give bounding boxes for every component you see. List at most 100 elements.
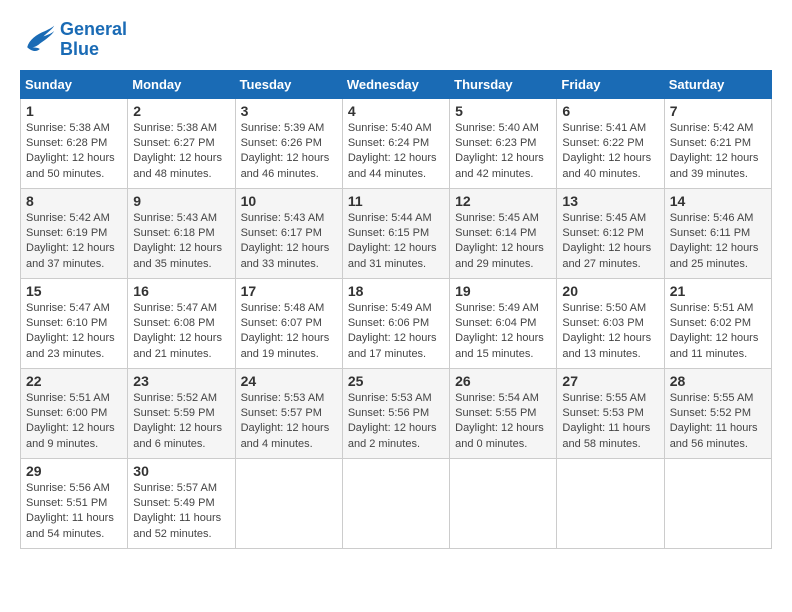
day-number: 16: [133, 283, 229, 299]
day-number: 3: [241, 103, 337, 119]
day-number: 11: [348, 193, 444, 209]
day-info: Sunrise: 5:45 AM Sunset: 6:12 PM Dayligh…: [562, 211, 658, 273]
day-info: Sunrise: 5:40 AM Sunset: 6:24 PM Dayligh…: [348, 121, 444, 183]
day-info: Sunrise: 5:48 AM Sunset: 6:07 PM Dayligh…: [241, 301, 337, 363]
day-number: 8: [26, 193, 122, 209]
calendar-cell: 24 Sunrise: 5:53 AM Sunset: 5:57 PM Dayl…: [235, 368, 342, 458]
calendar-cell: [342, 458, 449, 548]
day-number: 17: [241, 283, 337, 299]
day-info: Sunrise: 5:43 AM Sunset: 6:18 PM Dayligh…: [133, 211, 229, 273]
day-info: Sunrise: 5:38 AM Sunset: 6:27 PM Dayligh…: [133, 121, 229, 183]
calendar-cell: [450, 458, 557, 548]
calendar-cell: 16 Sunrise: 5:47 AM Sunset: 6:08 PM Dayl…: [128, 278, 235, 368]
day-number: 20: [562, 283, 658, 299]
week-row-1: 1 Sunrise: 5:38 AM Sunset: 6:28 PM Dayli…: [21, 98, 772, 188]
calendar-cell: 28 Sunrise: 5:55 AM Sunset: 5:52 PM Dayl…: [664, 368, 771, 458]
calendar-cell: 13 Sunrise: 5:45 AM Sunset: 6:12 PM Dayl…: [557, 188, 664, 278]
day-info: Sunrise: 5:51 AM Sunset: 6:00 PM Dayligh…: [26, 391, 122, 453]
day-info: Sunrise: 5:43 AM Sunset: 6:17 PM Dayligh…: [241, 211, 337, 273]
day-number: 21: [670, 283, 766, 299]
calendar-cell: 2 Sunrise: 5:38 AM Sunset: 6:27 PM Dayli…: [128, 98, 235, 188]
calendar-cell: 5 Sunrise: 5:40 AM Sunset: 6:23 PM Dayli…: [450, 98, 557, 188]
weekday-header-friday: Friday: [557, 70, 664, 98]
calendar-table: SundayMondayTuesdayWednesdayThursdayFrid…: [20, 70, 772, 549]
weekday-header-saturday: Saturday: [664, 70, 771, 98]
calendar-cell: 6 Sunrise: 5:41 AM Sunset: 6:22 PM Dayli…: [557, 98, 664, 188]
calendar-cell: 19 Sunrise: 5:49 AM Sunset: 6:04 PM Dayl…: [450, 278, 557, 368]
calendar-cell: 23 Sunrise: 5:52 AM Sunset: 5:59 PM Dayl…: [128, 368, 235, 458]
week-row-5: 29 Sunrise: 5:56 AM Sunset: 5:51 PM Dayl…: [21, 458, 772, 548]
weekday-header-sunday: Sunday: [21, 70, 128, 98]
calendar-cell: [664, 458, 771, 548]
day-number: 27: [562, 373, 658, 389]
calendar-cell: 17 Sunrise: 5:48 AM Sunset: 6:07 PM Dayl…: [235, 278, 342, 368]
calendar-cell: 7 Sunrise: 5:42 AM Sunset: 6:21 PM Dayli…: [664, 98, 771, 188]
day-info: Sunrise: 5:53 AM Sunset: 5:57 PM Dayligh…: [241, 391, 337, 453]
day-info: Sunrise: 5:42 AM Sunset: 6:21 PM Dayligh…: [670, 121, 766, 183]
day-number: 19: [455, 283, 551, 299]
day-number: 9: [133, 193, 229, 209]
day-info: Sunrise: 5:55 AM Sunset: 5:53 PM Dayligh…: [562, 391, 658, 453]
logo: General Blue: [20, 20, 127, 60]
calendar-cell: [557, 458, 664, 548]
day-info: Sunrise: 5:55 AM Sunset: 5:52 PM Dayligh…: [670, 391, 766, 453]
weekday-header-row: SundayMondayTuesdayWednesdayThursdayFrid…: [21, 70, 772, 98]
calendar-cell: 18 Sunrise: 5:49 AM Sunset: 6:06 PM Dayl…: [342, 278, 449, 368]
day-number: 28: [670, 373, 766, 389]
calendar-cell: 4 Sunrise: 5:40 AM Sunset: 6:24 PM Dayli…: [342, 98, 449, 188]
calendar-cell: 29 Sunrise: 5:56 AM Sunset: 5:51 PM Dayl…: [21, 458, 128, 548]
calendar-cell: 3 Sunrise: 5:39 AM Sunset: 6:26 PM Dayli…: [235, 98, 342, 188]
calendar-cell: [235, 458, 342, 548]
day-info: Sunrise: 5:50 AM Sunset: 6:03 PM Dayligh…: [562, 301, 658, 363]
day-info: Sunrise: 5:57 AM Sunset: 5:49 PM Dayligh…: [133, 481, 229, 543]
logo-text: General Blue: [60, 20, 127, 60]
week-row-4: 22 Sunrise: 5:51 AM Sunset: 6:00 PM Dayl…: [21, 368, 772, 458]
day-info: Sunrise: 5:56 AM Sunset: 5:51 PM Dayligh…: [26, 481, 122, 543]
day-info: Sunrise: 5:44 AM Sunset: 6:15 PM Dayligh…: [348, 211, 444, 273]
day-info: Sunrise: 5:40 AM Sunset: 6:23 PM Dayligh…: [455, 121, 551, 183]
day-info: Sunrise: 5:41 AM Sunset: 6:22 PM Dayligh…: [562, 121, 658, 183]
calendar-cell: 8 Sunrise: 5:42 AM Sunset: 6:19 PM Dayli…: [21, 188, 128, 278]
day-number: 26: [455, 373, 551, 389]
day-info: Sunrise: 5:47 AM Sunset: 6:08 PM Dayligh…: [133, 301, 229, 363]
day-number: 18: [348, 283, 444, 299]
calendar-cell: 12 Sunrise: 5:45 AM Sunset: 6:14 PM Dayl…: [450, 188, 557, 278]
day-number: 4: [348, 103, 444, 119]
logo-bird-icon: [20, 22, 56, 58]
calendar-cell: 25 Sunrise: 5:53 AM Sunset: 5:56 PM Dayl…: [342, 368, 449, 458]
day-number: 6: [562, 103, 658, 119]
day-info: Sunrise: 5:54 AM Sunset: 5:55 PM Dayligh…: [455, 391, 551, 453]
day-info: Sunrise: 5:51 AM Sunset: 6:02 PM Dayligh…: [670, 301, 766, 363]
day-info: Sunrise: 5:53 AM Sunset: 5:56 PM Dayligh…: [348, 391, 444, 453]
calendar-cell: 30 Sunrise: 5:57 AM Sunset: 5:49 PM Dayl…: [128, 458, 235, 548]
calendar-cell: 10 Sunrise: 5:43 AM Sunset: 6:17 PM Dayl…: [235, 188, 342, 278]
day-number: 22: [26, 373, 122, 389]
calendar-cell: 21 Sunrise: 5:51 AM Sunset: 6:02 PM Dayl…: [664, 278, 771, 368]
calendar-cell: 27 Sunrise: 5:55 AM Sunset: 5:53 PM Dayl…: [557, 368, 664, 458]
week-row-3: 15 Sunrise: 5:47 AM Sunset: 6:10 PM Dayl…: [21, 278, 772, 368]
calendar-cell: 22 Sunrise: 5:51 AM Sunset: 6:00 PM Dayl…: [21, 368, 128, 458]
calendar-cell: 9 Sunrise: 5:43 AM Sunset: 6:18 PM Dayli…: [128, 188, 235, 278]
calendar-cell: 20 Sunrise: 5:50 AM Sunset: 6:03 PM Dayl…: [557, 278, 664, 368]
weekday-header-monday: Monday: [128, 70, 235, 98]
day-info: Sunrise: 5:42 AM Sunset: 6:19 PM Dayligh…: [26, 211, 122, 273]
day-info: Sunrise: 5:49 AM Sunset: 6:06 PM Dayligh…: [348, 301, 444, 363]
day-number: 14: [670, 193, 766, 209]
day-info: Sunrise: 5:45 AM Sunset: 6:14 PM Dayligh…: [455, 211, 551, 273]
day-info: Sunrise: 5:46 AM Sunset: 6:11 PM Dayligh…: [670, 211, 766, 273]
day-number: 15: [26, 283, 122, 299]
day-number: 10: [241, 193, 337, 209]
calendar-cell: 15 Sunrise: 5:47 AM Sunset: 6:10 PM Dayl…: [21, 278, 128, 368]
calendar-cell: 14 Sunrise: 5:46 AM Sunset: 6:11 PM Dayl…: [664, 188, 771, 278]
day-number: 23: [133, 373, 229, 389]
day-number: 13: [562, 193, 658, 209]
day-number: 24: [241, 373, 337, 389]
day-number: 1: [26, 103, 122, 119]
calendar-cell: 1 Sunrise: 5:38 AM Sunset: 6:28 PM Dayli…: [21, 98, 128, 188]
calendar-cell: 11 Sunrise: 5:44 AM Sunset: 6:15 PM Dayl…: [342, 188, 449, 278]
weekday-header-tuesday: Tuesday: [235, 70, 342, 98]
day-info: Sunrise: 5:49 AM Sunset: 6:04 PM Dayligh…: [455, 301, 551, 363]
day-info: Sunrise: 5:52 AM Sunset: 5:59 PM Dayligh…: [133, 391, 229, 453]
header: General Blue: [20, 20, 772, 60]
day-number: 30: [133, 463, 229, 479]
